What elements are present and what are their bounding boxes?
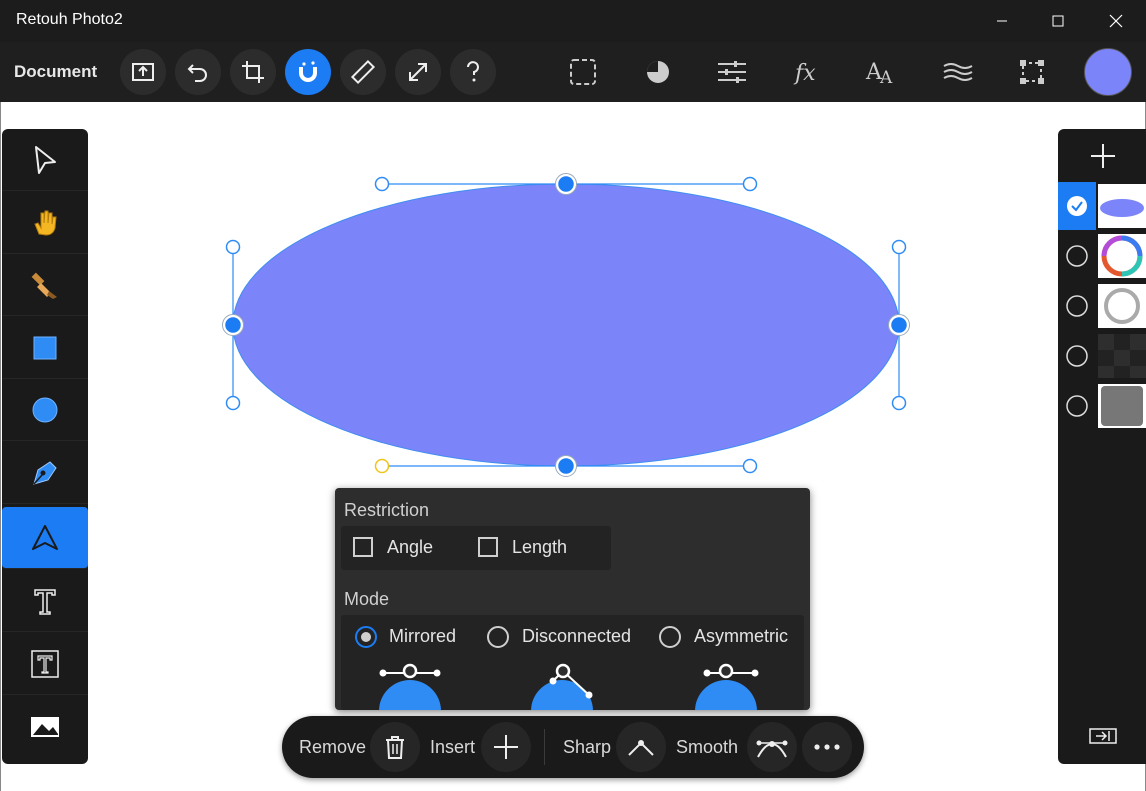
more-icon: [814, 744, 840, 750]
smooth-button[interactable]: [747, 722, 797, 772]
mode-options: Mirrored Disconnected Asymmetric: [341, 615, 804, 710]
disconnected-preview-icon: [531, 663, 593, 710]
divider: [544, 729, 545, 765]
layer-radio[interactable]: [1058, 282, 1096, 330]
sharp-button[interactable]: [616, 722, 666, 772]
brush-icon[interactable]: [2, 254, 88, 316]
disconnected-label: Disconnected: [522, 626, 632, 646]
layer-thumbnail: [1098, 284, 1146, 328]
angle-checkbox[interactable]: [353, 537, 373, 557]
mirrored-label: Mirrored: [389, 626, 457, 646]
layer-item[interactable]: [1058, 282, 1146, 330]
remove-button[interactable]: [370, 722, 420, 772]
layer-thumbnail: [1098, 334, 1146, 378]
layer-radio[interactable]: [1058, 332, 1096, 380]
layer-radio[interactable]: [1058, 382, 1096, 430]
layer-item[interactable]: [1058, 232, 1146, 280]
sharp-label: Sharp: [563, 737, 612, 757]
layers-panel: [1058, 129, 1146, 764]
plus-icon: [494, 735, 518, 759]
pen-icon[interactable]: [2, 442, 88, 504]
hand-icon[interactable]: [2, 192, 88, 254]
node-options-popup: Restriction Angle Length Mode Mirrored D…: [335, 488, 810, 710]
length-checkbox[interactable]: [478, 537, 498, 557]
insert-label: Insert: [430, 737, 476, 757]
length-label: Length: [512, 537, 568, 557]
node-action-bar: Remove Insert Sharp Smooth: [282, 716, 864, 778]
layer-item[interactable]: [1058, 382, 1146, 430]
layer-thumbnail: [1098, 384, 1146, 428]
collapse-panel-icon[interactable]: [1088, 726, 1118, 746]
text-icon[interactable]: [2, 570, 88, 632]
asymmetric-radio[interactable]: [659, 626, 681, 648]
insert-button[interactable]: [481, 722, 531, 772]
node-icon[interactable]: [2, 507, 88, 569]
asymmetric-label: Asymmetric: [694, 626, 788, 646]
mode-heading: Mode: [344, 589, 390, 609]
restriction-heading: Restriction: [344, 500, 430, 520]
active-control-point[interactable]: [374, 458, 390, 474]
ellipse-shape[interactable]: [232, 183, 900, 467]
layer-thumbnail: [1098, 234, 1146, 278]
image-icon[interactable]: [2, 696, 88, 758]
layer-item[interactable]: [1058, 182, 1146, 230]
sharp-node-icon: [628, 740, 654, 756]
ellipse-icon[interactable]: [2, 379, 88, 441]
mirrored-radio[interactable]: [355, 626, 377, 648]
angle-label: Angle: [387, 537, 434, 557]
text-frame-icon[interactable]: [2, 633, 88, 695]
smooth-label: Smooth: [676, 737, 739, 757]
layer-item[interactable]: [1058, 332, 1146, 380]
plus-icon[interactable]: [1088, 141, 1118, 171]
trash-icon: [386, 736, 404, 759]
smooth-node-icon: [756, 740, 788, 758]
asymmetric-preview-icon: [695, 663, 759, 710]
mirrored-preview-icon: [379, 663, 441, 710]
layer-radio[interactable]: [1058, 232, 1096, 280]
more-button[interactable]: [802, 722, 852, 772]
cursor-icon[interactable]: [2, 129, 88, 191]
rectangle-icon[interactable]: [2, 317, 88, 379]
restriction-options: Angle Length: [341, 526, 611, 570]
left-toolbar: [2, 129, 88, 764]
disconnected-radio[interactable]: [487, 626, 509, 648]
remove-label: Remove: [299, 737, 367, 757]
layer-thumbnail: [1098, 184, 1146, 228]
layer-checkbox[interactable]: [1058, 182, 1096, 230]
